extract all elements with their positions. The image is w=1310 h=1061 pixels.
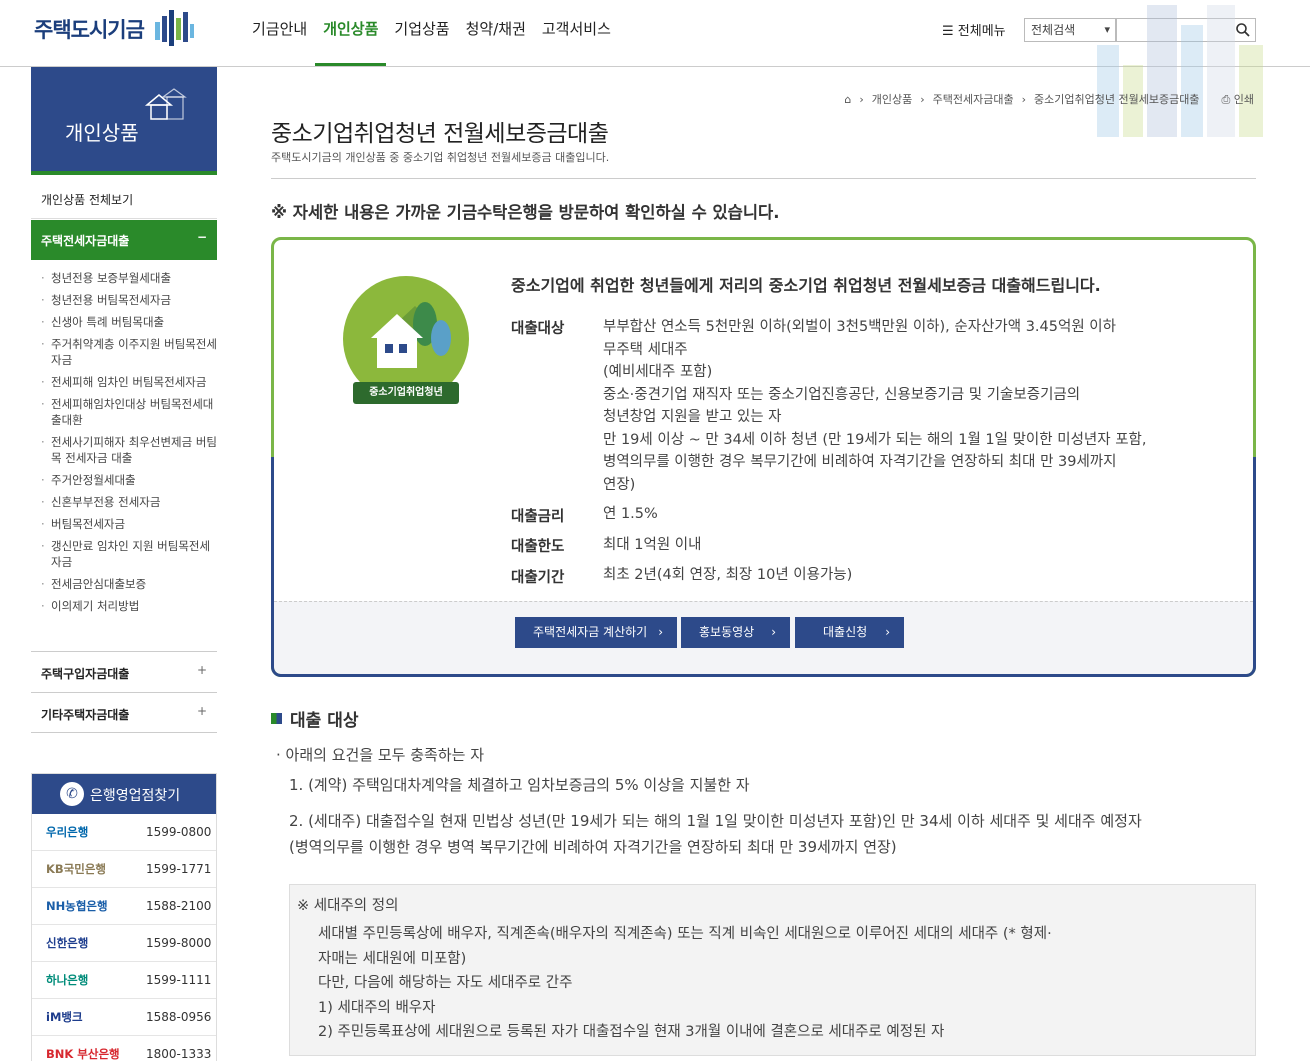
logo-mark-icon: [155, 10, 194, 46]
phone-icon: ✆: [60, 782, 84, 806]
bank-phone: 1588-2100: [146, 899, 212, 913]
hamburger-icon: ☰: [942, 24, 954, 39]
chevron-right-icon: ›: [658, 625, 663, 639]
sidebar-section-jeonse[interactable]: 주택전세자금대출 −: [31, 220, 217, 260]
bank-row[interactable]: 신한은행 1599-8000: [32, 925, 216, 962]
bank-name: 하나은행: [46, 973, 89, 987]
bank-finder: ✆ 은행영업점찾기 우리은행 1599-0800 KB국민은행 1599-1771 NH…: [31, 773, 217, 1061]
breadcrumb-item[interactable]: 주택전세자금대출: [933, 91, 1014, 107]
definition-body: 세대별 주민등록상에 배우자, 직계존속(배우자의 직계존속) 또는 직계 비속…: [318, 926, 1052, 1040]
sidebar-sub-item[interactable]: 전세사기피해자 최우선변제금 버팀목 전세자금 대출: [31, 434, 217, 466]
sidebar-section-other[interactable]: 기타주택자금대출 +: [31, 692, 217, 733]
decorative-bars: [1097, 5, 1263, 137]
notice-text: ※ 자세한 내용은 가까운 기금수탁은행을 방문하여 확인하실 수 있습니다.: [271, 203, 780, 222]
bank-phone: 1599-1111: [146, 973, 212, 987]
sidebar-all-products-link[interactable]: 개인상품 전체보기: [31, 179, 217, 219]
breadcrumb: ⌂ › 개인상품 › 주택전세자금대출 › 중소기업취업청년 전월세보증금대출 …: [844, 91, 1254, 107]
nav-item-customer[interactable]: 고객서비스: [534, 18, 619, 66]
print-icon: ⎙: [1221, 93, 1231, 106]
bank-finder-header[interactable]: ✆ 은행영업점찾기: [32, 774, 216, 814]
sidebar-title: 개인상품: [65, 121, 139, 145]
nav-item-corporate[interactable]: 기업상품: [386, 18, 457, 66]
emblem-label: 중소기업취업청년: [353, 382, 459, 404]
sidebar-sub-list: 청년전용 보증부월세대출 청년전용 버팀목전세자금 신생아 특례 버팀목대출 주…: [31, 270, 217, 620]
breadcrumb-item[interactable]: 개인상품: [872, 91, 912, 107]
expand-icon: +: [196, 663, 207, 677]
sidebar-sub-item[interactable]: 전세피해 임차인 버팀목전세자금: [31, 374, 217, 390]
bank-name: 우리은행: [46, 825, 89, 839]
sidebar-sub-item[interactable]: 이의제기 처리방법: [31, 598, 217, 614]
sidebar-sub-item[interactable]: 청년전용 보증부월세대출: [31, 270, 217, 286]
sidebar-sub-item[interactable]: 주거안정월세대출: [31, 472, 217, 488]
card-lead-text: 중소기업에 취업한 청년들에게 저리의 중소기업 취업청년 전월세보증금 대출해…: [511, 276, 1101, 295]
bank-name: BNK 부산은행: [46, 1047, 120, 1061]
info-label-rate: 대출금리: [511, 509, 565, 525]
bank-row[interactable]: NH농협은행 1588-2100: [32, 888, 216, 925]
bank-phone: 1599-0800: [146, 825, 212, 839]
sidebar-sub-item[interactable]: 전세피해임차인대상 버팀목전세대출대환: [31, 396, 217, 428]
print-button[interactable]: ⎙ 인쇄: [1221, 91, 1254, 107]
home-icon[interactable]: ⌂: [844, 93, 851, 106]
chevron-right-icon: ›: [885, 625, 890, 639]
nav-item-fund-info[interactable]: 기금안내: [244, 18, 315, 66]
condition-item: 1. (계약) 주택임대차계약을 체결하고 임차보증금의 5% 이상을 지불한 …: [289, 776, 750, 794]
sidebar-section-purchase[interactable]: 주택구입자금대출 +: [31, 651, 217, 692]
sidebar-sub-item[interactable]: 갱신만료 임차인 지원 버팀목전세자금: [31, 538, 217, 570]
bank-row[interactable]: 하나은행 1599-1111: [32, 962, 216, 999]
main-nav: 기금안내 개인상품 기업상품 청약/채권 고객서비스: [244, 18, 619, 66]
bank-name: iM뱅크: [46, 1010, 83, 1024]
bank-phone: 1599-8000: [146, 936, 212, 950]
info-label-limit: 대출한도: [511, 539, 565, 555]
section-marker-icon: [271, 713, 282, 724]
sidebar-sub-item[interactable]: 버팀목전세자금: [31, 516, 217, 532]
bank-phone: 1588-0956: [146, 1010, 212, 1024]
bank-row[interactable]: KB국민은행 1599-1771: [32, 851, 216, 888]
sidebar-sub-item[interactable]: 청년전용 버팀목전세자금: [31, 292, 217, 308]
divider: [271, 178, 1256, 179]
collapse-icon: −: [196, 230, 207, 244]
definition-title: ※ 세대주의 정의: [297, 898, 399, 914]
bank-phone: 1599-1771: [146, 862, 212, 876]
nav-item-subscription[interactable]: 청약/채권: [458, 18, 534, 66]
sidebar-title-box: 개인상품: [31, 67, 217, 175]
sidebar-sub-item[interactable]: 신생아 특례 버팀목대출: [31, 314, 217, 330]
bank-phone: 1800-1333: [146, 1047, 212, 1061]
info-value-limit: 최대 1억원 이내: [603, 537, 702, 553]
nav-item-personal[interactable]: 개인상품: [315, 18, 387, 66]
promo-video-button[interactable]: 홍보동영상 ›: [681, 617, 790, 648]
loan-apply-button[interactable]: 대출신청 ›: [795, 617, 904, 648]
expand-icon: +: [196, 704, 207, 718]
condition-item: 2. (세대주) 대출접수일 현재 민법상 성년(만 19세가 되는 해의 1월…: [289, 812, 1142, 830]
bank-name: KB국민은행: [46, 862, 106, 876]
info-value-rate: 연 1.5%: [603, 506, 658, 522]
sidebar-sub-item[interactable]: 신혼부부전용 전세자금: [31, 494, 217, 510]
bank-row[interactable]: iM뱅크 1588-0956: [32, 999, 216, 1036]
info-label-target: 대출대상: [511, 321, 565, 337]
bank-row[interactable]: BNK 부산은행 1800-1333: [32, 1036, 216, 1061]
page-description: 주택도시기금의 개인상품 중 중소기업 취업청년 전월세보증금 대출입니다.: [271, 151, 610, 164]
page-title: 중소기업취업청년 전월세보증금대출: [271, 121, 609, 147]
info-label-period: 대출기간: [511, 570, 565, 586]
info-value-period: 최초 2년(4회 연장, 최장 10년 이용가능): [603, 567, 853, 583]
section-heading: 대출 대상: [271, 706, 358, 731]
bank-name: 신한은행: [46, 936, 89, 950]
bank-name: NH농협은행: [46, 899, 108, 913]
house-icon: [144, 88, 187, 120]
chevron-right-icon: ›: [771, 625, 776, 639]
condition-item: (병역의무를 이행한 경우 병역 복무기간에 비례하여 자격기간을 연장하되 최…: [289, 838, 897, 856]
bullet-text: · 아래의 요건을 모두 충족하는 자: [276, 746, 485, 764]
site-logo[interactable]: 주택도시기금: [34, 14, 145, 44]
all-menu-button[interactable]: ☰ 전체메뉴: [942, 20, 1006, 39]
bank-row[interactable]: 우리은행 1599-0800: [32, 814, 216, 851]
calculator-button[interactable]: 주택전세자금 계산하기 ›: [515, 617, 677, 648]
sidebar-sub-item[interactable]: 주거취약계층 이주지원 버팀목전세자금: [31, 336, 217, 368]
sidebar-sub-item[interactable]: 전세금안심대출보증: [31, 576, 217, 592]
info-value-target: 부부합산 연소득 5천만원 이하(외벌이 3천5백만원 이하), 순자산가액 3…: [603, 319, 1147, 493]
breadcrumb-item[interactable]: 중소기업취업청년 전월세보증금대출: [1034, 91, 1199, 107]
